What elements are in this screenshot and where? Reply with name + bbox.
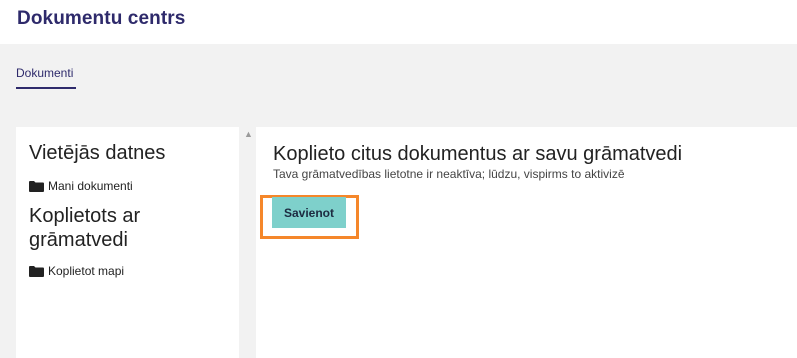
folder-icon <box>29 265 44 277</box>
top-header: Dokumentu centrs <box>0 0 797 44</box>
folder-icon <box>29 180 44 192</box>
sidebar-item-label: Mani dokumenti <box>48 179 133 193</box>
sidebar-item-share-folder[interactable]: Koplietot mapi <box>29 264 124 278</box>
sidebar-scrollbar[interactable]: ▲ <box>239 127 256 358</box>
tab-documents[interactable]: Dokumenti <box>16 66 73 80</box>
active-tab-indicator <box>16 87 76 89</box>
connect-button[interactable]: Savienot <box>272 197 346 228</box>
sidebar: Vietējās datnes Mani dokumenti Koplietot… <box>16 127 239 358</box>
scroll-up-arrow-icon[interactable]: ▲ <box>244 130 253 139</box>
sidebar-item-label: Koplietot mapi <box>48 264 125 278</box>
main-panel: Koplieto citus dokumentus ar savu grāmat… <box>256 127 797 358</box>
shared-with-accountant-heading: Koplietots ar grāmatvedi <box>29 205 141 251</box>
inactive-app-notice: Tava grāmatvedības lietotne ir neaktīva;… <box>273 167 625 181</box>
app-title: Dokumentu centrs <box>17 8 186 29</box>
local-files-heading: Vietējās datnes <box>29 142 166 164</box>
page-title: Koplieto citus dokumentus ar savu grāmat… <box>273 143 683 165</box>
sidebar-item-my-documents[interactable]: Mani dokumenti <box>29 179 133 193</box>
